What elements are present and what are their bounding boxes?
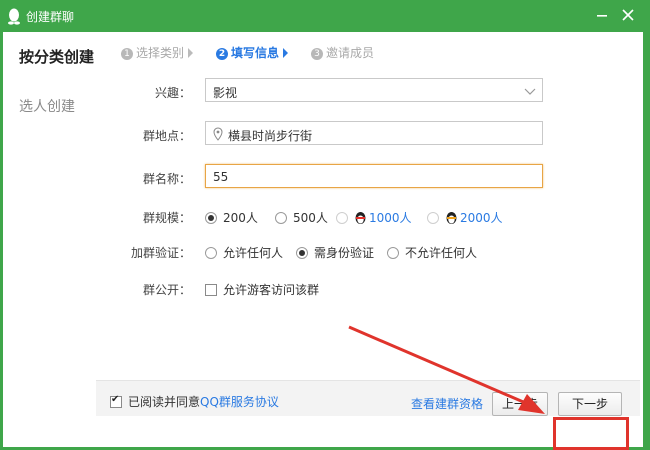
group-name-input[interactable]: 55 (205, 164, 543, 188)
scale-option-500[interactable]: 500人 (275, 209, 328, 226)
penguin-badge-icon (446, 212, 457, 224)
radio-button[interactable] (205, 247, 217, 259)
step-label: 选择类别 (136, 46, 185, 60)
agree-text: 已阅读并同意 (128, 395, 201, 409)
sidebar-item-by-category[interactable]: 按分类创建 (19, 46, 94, 67)
group-name-label: 群名称： (142, 172, 191, 186)
verify-option-nobody[interactable]: 不允许任何人 (387, 244, 477, 261)
dialog-footer: 已阅读并同意QQ群服务协议 查看建群资格 上一步 下一步 (96, 380, 640, 416)
location-pin-icon (213, 127, 223, 141)
service-agreement-link[interactable]: QQ群服务协议 (200, 395, 279, 409)
radio-button[interactable] (296, 247, 308, 259)
step-label: 填写信息 (231, 46, 280, 60)
step-label: 邀请成员 (326, 46, 375, 60)
step-arrow-icon (188, 48, 194, 58)
step-1: 1 选择类别 (121, 44, 194, 61)
public-option[interactable]: 允许游客访问该群 (205, 281, 319, 298)
interest-label: 兴趣： (154, 86, 191, 100)
step-number: 1 (121, 48, 133, 60)
step-arrow-icon (283, 48, 289, 58)
step-number: 2 (216, 48, 228, 60)
next-button[interactable]: 下一步 (558, 392, 622, 416)
chevron-down-icon (524, 88, 536, 95)
next-button-highlight (553, 417, 629, 450)
qq-penguin-icon (8, 8, 20, 25)
radio-label: 2000人 (460, 211, 503, 225)
sidebar-item-select-people[interactable]: 选人创建 (19, 96, 75, 116)
location-label: 群地点： (142, 129, 191, 143)
location-value: 横县时尚步行街 (228, 129, 313, 143)
minimize-icon[interactable] (594, 7, 610, 23)
allow-visitors-label: 允许游客访问该群 (223, 283, 320, 297)
allow-visitors-checkbox[interactable] (205, 284, 217, 296)
interest-value: 影视 (213, 86, 238, 100)
radio-button[interactable] (387, 247, 399, 259)
radio-button[interactable] (275, 212, 287, 224)
radio-label: 允许任何人 (223, 246, 284, 260)
radio-label: 需身份验证 (314, 246, 375, 260)
scale-option-200[interactable]: 200人 (205, 209, 258, 226)
public-label: 群公开： (142, 283, 191, 297)
close-icon[interactable] (619, 6, 637, 24)
radio-label: 500人 (293, 211, 328, 225)
window-border (643, 32, 650, 450)
verify-option-identity[interactable]: 需身份验证 (296, 244, 374, 261)
radio-label: 200人 (223, 211, 258, 225)
radio-button[interactable] (336, 212, 348, 224)
radio-label: 不允许任何人 (405, 246, 478, 260)
scale-option-1000[interactable]: 1000人 (336, 209, 412, 226)
radio-button[interactable] (427, 212, 439, 224)
verify-label: 加群验证： (130, 246, 191, 260)
location-field[interactable]: 横县时尚步行街 (205, 121, 543, 145)
penguin-badge-icon (355, 212, 366, 224)
radio-label: 1000人 (369, 211, 412, 225)
step-2: 2 填写信息 (216, 44, 289, 61)
interest-select[interactable]: 影视 (205, 78, 543, 102)
qualification-link[interactable]: 查看建群资格 (411, 395, 483, 412)
step-number: 3 (311, 48, 323, 60)
prev-button[interactable]: 上一步 (492, 392, 548, 416)
group-name-value: 55 (213, 170, 229, 184)
scale-option-2000[interactable]: 2000人 (427, 209, 503, 226)
title-bar[interactable]: 创建群聊 (0, 0, 650, 32)
scale-label: 群规模： (142, 211, 191, 225)
agree-checkbox[interactable] (110, 394, 122, 408)
radio-button[interactable] (205, 212, 217, 224)
window-title: 创建群聊 (26, 10, 75, 24)
agreement: 已阅读并同意QQ群服务协议 (110, 393, 279, 410)
verify-option-anyone[interactable]: 允许任何人 (205, 244, 283, 261)
step-3: 3 邀请成员 (311, 44, 374, 61)
